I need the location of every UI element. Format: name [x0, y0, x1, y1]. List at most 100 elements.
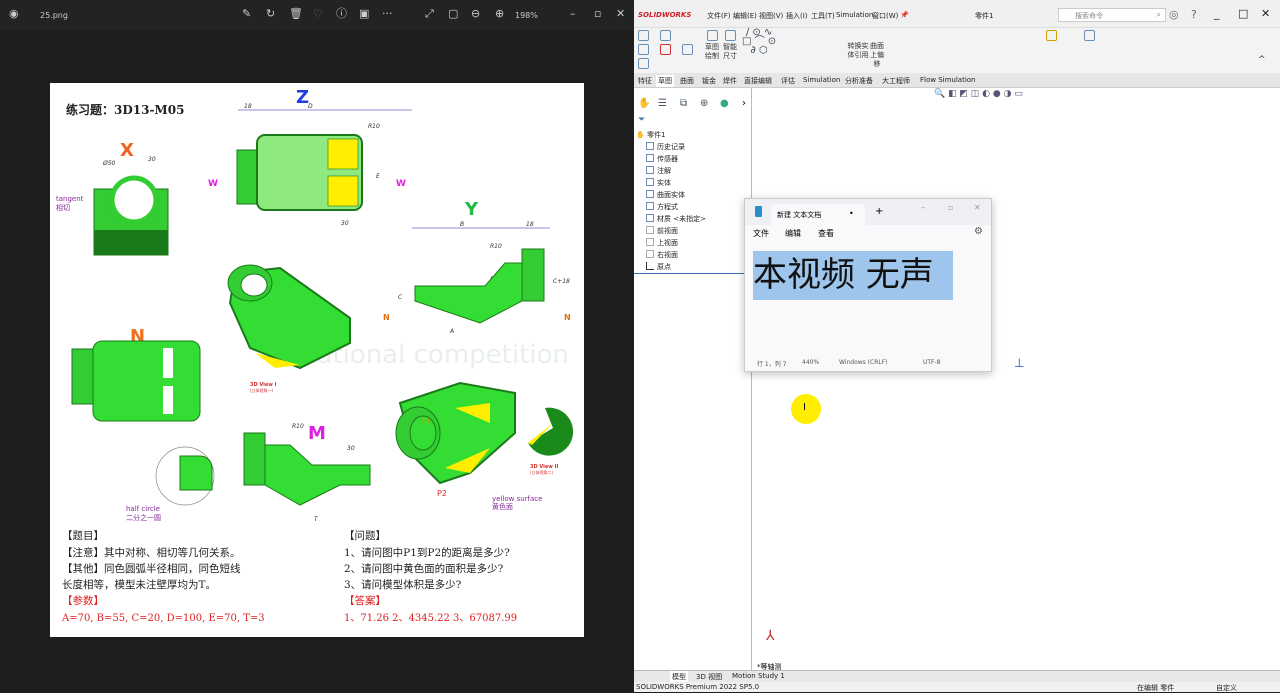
new-tab-button[interactable]: +	[875, 206, 883, 217]
smart-dimension-button[interactable]: 智能尺寸	[722, 43, 738, 61]
text-cursor-icon: I	[803, 402, 806, 413]
tab-engineer[interactable]: 大工程师	[880, 75, 912, 87]
collapse-ribbon-icon[interactable]: ^	[1258, 56, 1266, 65]
menu-simulation[interactable]: Simulation	[836, 11, 873, 19]
tab-flow-simulation[interactable]: Flow Simulation	[918, 75, 978, 85]
rapid-sketch-icon[interactable]	[1084, 30, 1095, 41]
close-button[interactable]: ✕	[616, 8, 625, 20]
save-icon[interactable]	[660, 30, 671, 41]
close-button[interactable]: ✕	[974, 203, 981, 212]
user-icon[interactable]: ◎	[1169, 8, 1179, 21]
property-manager-tab-icon[interactable]: ☰	[658, 98, 667, 109]
params-heading: 【参数】	[62, 594, 104, 607]
params-values: A=70, B=55, C=20, D=100, E=70, T=3	[61, 613, 265, 624]
tab-evaluate[interactable]: 评估	[779, 75, 797, 87]
zoom-in-icon[interactable]: ⊕	[495, 8, 504, 20]
config-manager-tab-icon[interactable]: ⧉	[680, 98, 687, 109]
maximize-button[interactable]: ▫	[948, 203, 953, 212]
delete-icon[interactable]: 🗑	[289, 8, 303, 20]
note-line: 【注意】其中对称、相切等几何关系。	[62, 546, 241, 559]
tree-item-sensors[interactable]: 传感器	[646, 153, 678, 165]
tab-direct-editing[interactable]: 直接编辑	[742, 75, 774, 87]
menu-tools[interactable]: 工具(T)	[811, 11, 835, 21]
favorite-icon[interactable]: ♡	[313, 8, 323, 20]
text-selection[interactable]: 本视频 无声	[753, 251, 953, 300]
sketch-entities-icons[interactable]: / ⊙ ∿ □ ⌒ ⊙ ∂ ⬡	[742, 28, 776, 56]
tab-sketch[interactable]: 草图	[656, 75, 674, 87]
tree-item-top-plane[interactable]: 上视面	[646, 237, 678, 249]
yellow-surface-label: yellow surface	[492, 495, 542, 503]
menu-view[interactable]: 视图(V)	[759, 11, 783, 21]
tab-sheet-metal[interactable]: 钣金	[700, 75, 718, 87]
slideshow-icon[interactable]: ▣	[359, 8, 369, 20]
rebuild-icon[interactable]	[660, 44, 671, 55]
new-icon[interactable]	[638, 44, 649, 55]
tab-surfaces[interactable]: 曲面	[678, 75, 696, 87]
tree-item-history[interactable]: 历史记录	[646, 141, 685, 153]
instant2d-icon[interactable]	[1046, 30, 1057, 41]
menu-insert[interactable]: 插入(I)	[786, 11, 808, 21]
rotate-icon[interactable]: ↻	[266, 8, 275, 20]
minimize-button[interactable]: –	[570, 8, 576, 20]
dim-d: D	[308, 103, 313, 110]
dim-r10-m: R10	[292, 423, 304, 430]
home-icon[interactable]	[638, 30, 649, 41]
expand-panel-icon[interactable]: ›	[742, 98, 746, 109]
notepad-menu-file[interactable]: 文件	[753, 228, 769, 239]
tab-features[interactable]: 特征	[636, 75, 654, 87]
feature-manager-tree: ✋ ☰ ⧉ ⊕ ● › ⏷ ✋ 零件1 历史记录 传感器 注解 实体 曲面实体 …	[634, 88, 752, 670]
convert-entities-button[interactable]: 转换实体引用	[846, 42, 870, 60]
dimxpert-tab-icon[interactable]: ⊕	[700, 98, 708, 109]
heads-up-view-toolbar[interactable]: 🔍 ◧ ◩ ◫ ◐ ● ◑ ▭	[934, 89, 1023, 99]
tab-simulation[interactable]: Simulation	[801, 75, 842, 85]
display-manager-tab-icon[interactable]: ●	[720, 98, 729, 109]
smart-dimension-icon[interactable]	[725, 30, 736, 41]
tree-item-surface-bodies[interactable]: 曲面实体	[646, 189, 685, 201]
tree-item-material[interactable]: 材质 <未指定>	[646, 213, 706, 225]
minimize-button[interactable]: –	[921, 203, 926, 213]
notepad-tab[interactable]: 新建 文本文档 •	[771, 204, 865, 225]
origin-triad-icon: ⊥	[1014, 356, 1025, 370]
search-commands-input[interactable]: 搜索命令 ⌕	[1058, 8, 1166, 22]
maximize-button[interactable]: ▫	[594, 8, 601, 20]
notepad-menu-view[interactable]: 查看	[818, 228, 834, 239]
offset-on-surface-button[interactable]: 曲面上偏移	[870, 42, 884, 69]
fullscreen-icon[interactable]: ⤢	[425, 8, 434, 20]
close-button[interactable]: ✕	[1261, 7, 1270, 20]
tree-root-part[interactable]: ✋ 零件1	[636, 129, 665, 141]
tree-item-equations[interactable]: 方程式	[646, 201, 678, 213]
dim-o50: Ø50	[102, 160, 116, 167]
menu-file[interactable]: 文件(F)	[707, 11, 731, 21]
sketch-button[interactable]: 草图绘制	[704, 43, 720, 61]
tab-weldments[interactable]: 焊件	[721, 75, 739, 87]
notepad-content[interactable]: 本视频 无声	[753, 256, 934, 294]
notepad-menu-edit[interactable]: 编辑	[785, 228, 801, 239]
tangent-cn-label: 相切	[56, 203, 70, 212]
settings-icon[interactable]: ⚙	[974, 226, 983, 237]
tree-item-solid-bodies[interactable]: 实体	[646, 177, 671, 189]
options-icon[interactable]	[682, 44, 693, 55]
more-icon[interactable]: ···	[382, 8, 393, 20]
maximize-button[interactable]: □	[1238, 7, 1248, 20]
rollback-bar[interactable]	[634, 273, 752, 274]
info-icon[interactable]: ⓘ	[336, 8, 347, 20]
tree-item-annotations[interactable]: 注解	[646, 165, 671, 177]
menu-edit[interactable]: 编辑(E)	[733, 11, 757, 21]
tab-motion-study[interactable]: Motion Study 1	[730, 671, 787, 681]
fit-icon[interactable]: ▢	[448, 8, 458, 20]
pin-icon[interactable]: 📌	[900, 11, 909, 19]
open-icon[interactable]	[638, 58, 649, 69]
tree-item-right-plane[interactable]: 右视面	[646, 249, 678, 261]
tab-analysis-prep[interactable]: 分析准备	[843, 75, 875, 87]
tree-item-origin[interactable]: 原点	[646, 261, 671, 273]
tree-item-front-plane[interactable]: 前视面	[646, 225, 678, 237]
edit-icon[interactable]: ✎	[242, 8, 251, 20]
minimize-button[interactable]: _	[1214, 7, 1220, 20]
feature-manager-tab-icon[interactable]: ✋	[638, 98, 650, 109]
unsaved-dot-icon[interactable]: •	[849, 209, 854, 218]
menu-window[interactable]: 窗口(W)	[872, 11, 898, 21]
filter-icon[interactable]: ⏷	[638, 115, 645, 125]
help-icon[interactable]: ?	[1191, 8, 1197, 21]
zoom-out-icon[interactable]: ⊖	[471, 8, 480, 20]
sketch-icon[interactable]	[707, 30, 718, 41]
